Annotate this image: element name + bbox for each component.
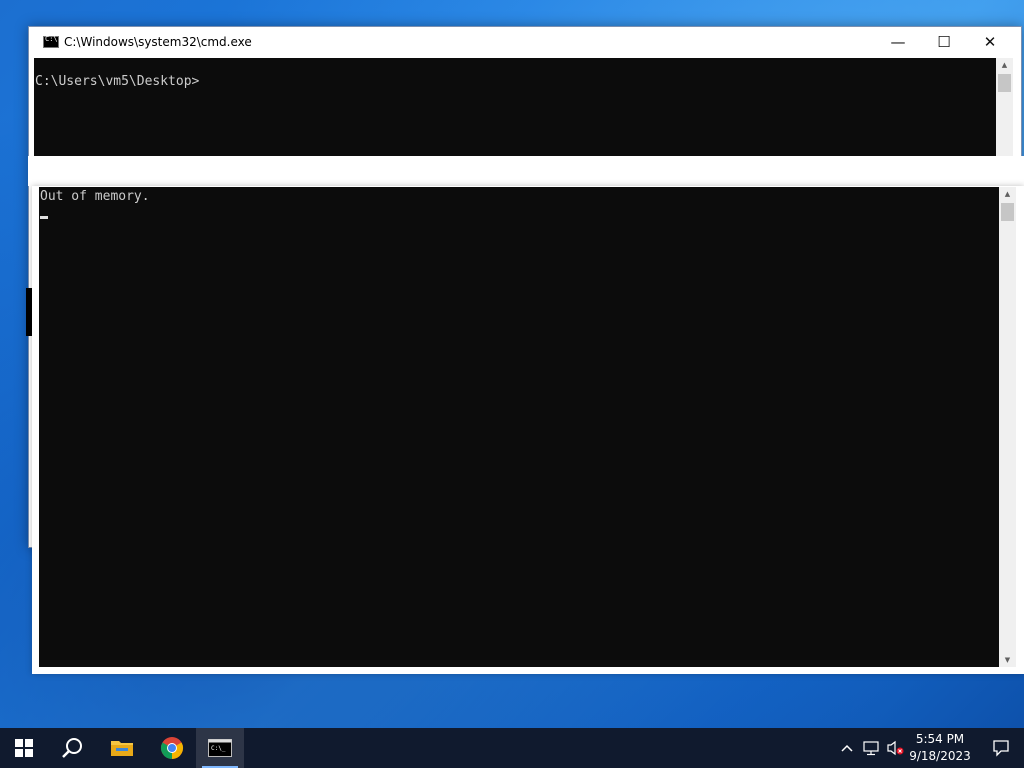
clock[interactable]: 5:54 PM 9/18/2023 — [904, 731, 976, 765]
console-output-text: Out of memory. — [40, 189, 150, 204]
scrollbar-thumb[interactable] — [1001, 203, 1014, 221]
scroll-up-arrow-icon[interactable]: ▲ — [999, 187, 1016, 201]
scroll-up-arrow-icon[interactable]: ▲ — [996, 58, 1013, 72]
window-title: C:\Windows\system32\cmd.exe — [64, 35, 252, 49]
cmd-taskbar-button[interactable]: C:\_ — [196, 728, 244, 768]
text-cursor — [40, 216, 48, 219]
scroll-down-arrow-icon[interactable]: ▼ — [999, 653, 1016, 667]
search-icon — [62, 738, 82, 758]
svg-text:C:\_: C:\_ — [211, 745, 226, 752]
cmd-icon: C:\_ — [208, 739, 232, 757]
start-button[interactable] — [0, 728, 48, 768]
console-area[interactable]: C:\Users\vm5\Desktop> — [34, 58, 996, 157]
chevron-up-icon — [841, 744, 853, 752]
file-explorer-button[interactable] — [98, 728, 146, 768]
network-icon — [863, 741, 879, 756]
console-scrollbar[interactable]: ▲ ▼ — [999, 187, 1016, 667]
close-button[interactable]: ✕ — [967, 27, 1013, 57]
volume-muted-icon — [887, 740, 904, 756]
notification-icon — [993, 740, 1009, 757]
taskbar: C:\_ 5:54 PM 9/18/2023 — [0, 728, 1024, 768]
cmd-console-pane[interactable]: Out of memory. ▲ ▼ — [32, 186, 1024, 674]
clock-date: 9/18/2023 — [909, 749, 971, 763]
maximize-button[interactable]: ☐ — [921, 27, 967, 57]
console-output-area[interactable]: Out of memory. — [39, 187, 999, 667]
title-bar[interactable]: C:\Windows\system32\cmd.exe — ☐ ✕ — [29, 27, 1021, 57]
clock-time: 5:54 PM — [915, 732, 965, 746]
cmd-app-icon[interactable] — [43, 35, 59, 48]
chrome-button[interactable] — [148, 728, 196, 768]
minimize-button[interactable]: — — [875, 27, 921, 57]
window-render-artifact — [28, 156, 1024, 186]
volume-button[interactable] — [884, 728, 906, 768]
network-button[interactable] — [860, 728, 882, 768]
file-explorer-icon — [111, 741, 133, 756]
search-button[interactable] — [48, 728, 96, 768]
scrollbar-thumb[interactable] — [998, 74, 1011, 92]
windows-start-icon — [15, 739, 33, 757]
vertical-scrollbar[interactable]: ▲ — [996, 58, 1013, 157]
show-hidden-icons-button[interactable] — [838, 728, 856, 768]
command-prompt: C:\Users\vm5\Desktop> — [35, 74, 200, 89]
chrome-icon — [161, 737, 183, 759]
action-center-button[interactable] — [978, 728, 1024, 768]
